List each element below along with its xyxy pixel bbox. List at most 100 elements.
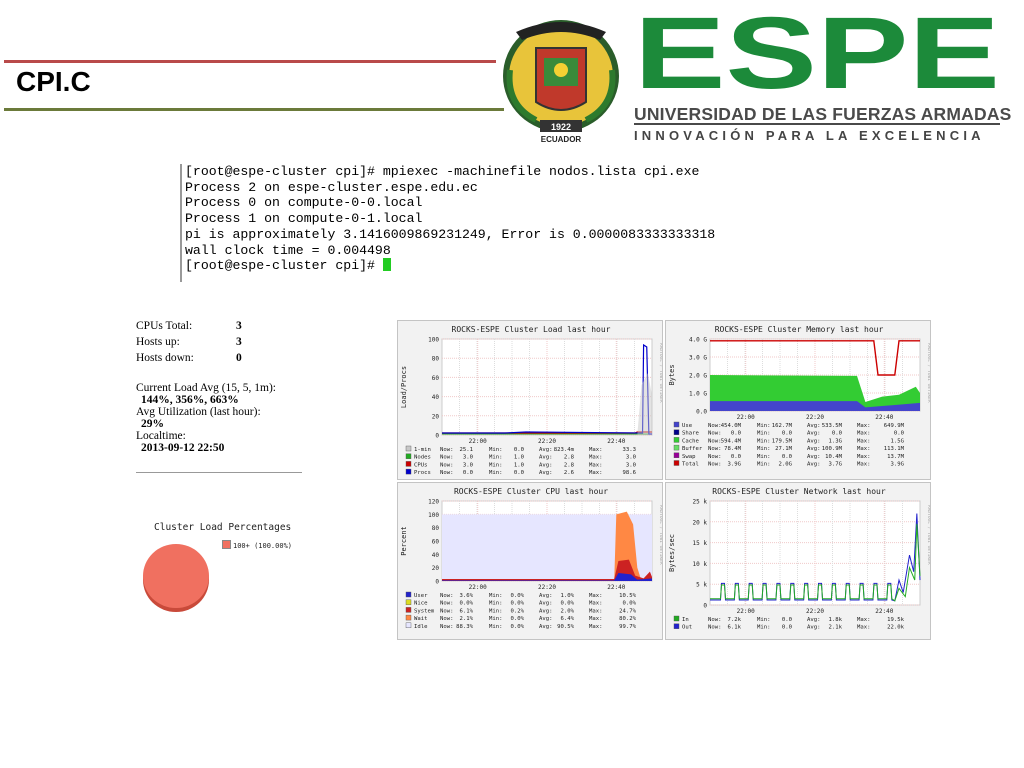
legend-avg-label: Avg: xyxy=(539,616,552,622)
legend-min-label: Min: xyxy=(489,616,502,622)
terminal-line: Process 1 on compute-0-1.local xyxy=(185,211,423,227)
stat-label: Avg Utilization (last hour): xyxy=(136,406,261,418)
legend-avg-value: 6.4% xyxy=(561,616,575,622)
legend-now-label: Now: xyxy=(440,608,453,614)
legend-min-label: Min: xyxy=(489,608,502,614)
legend-now-label: Now: xyxy=(708,617,721,623)
legend-avg-value: 2.6 xyxy=(564,470,574,476)
title-rule-bottom xyxy=(4,108,504,111)
legend-avg-label: Avg: xyxy=(807,462,820,468)
network-graph: ROCKS-ESPE Cluster Network last hour Byte… xyxy=(668,487,930,631)
legend-max-value: 0.0 xyxy=(894,431,904,437)
legend-series-name: System xyxy=(414,608,435,614)
stat-value: 29% xyxy=(141,418,164,430)
pie-legend-swatch xyxy=(222,540,231,549)
legend-swatch xyxy=(405,607,412,613)
legend-avg-value: 533.5M xyxy=(822,423,843,429)
legend-avg-label: Avg: xyxy=(807,617,820,623)
legend-min-value: 0.0 xyxy=(514,447,524,453)
stat-label: Current Load Avg (15, 5, 1m): xyxy=(136,382,276,394)
legend-swatch xyxy=(405,591,412,598)
legend-avg-value: 2.8 xyxy=(564,455,575,461)
stat-label: Localtime: xyxy=(136,430,186,442)
legend-now-value: 0.0 xyxy=(731,431,741,437)
y-tick-label: 100 xyxy=(428,337,439,344)
legend-avg-value: 2.8 xyxy=(564,462,575,468)
legend-min-value: 162.7M xyxy=(772,423,793,429)
legend-avg-value: 3.7G xyxy=(829,462,843,468)
stat-label: CPUs Total: xyxy=(136,320,193,332)
legend-avg-label: Avg: xyxy=(539,470,552,476)
legend-series-name: Share xyxy=(682,431,699,437)
stat-value: 144%, 356%, 663% xyxy=(141,394,239,406)
legend-min-label: Min: xyxy=(489,601,502,607)
stats-divider xyxy=(136,472,302,473)
terminal-cursor xyxy=(382,258,391,272)
legend-max-value: 649.9M xyxy=(884,423,905,429)
y-tick-label: 5 k xyxy=(696,582,707,589)
y-tick-label: 0 xyxy=(435,579,439,586)
legend-now-label: Now: xyxy=(708,625,721,631)
legend-swatch xyxy=(673,615,680,622)
graph-ylabel: Bytes xyxy=(668,364,676,385)
legend-min-value: 1.0 xyxy=(514,455,524,461)
y-tick-label: 0 xyxy=(703,603,707,610)
logo-divider xyxy=(634,123,1000,125)
stat-value: 3 xyxy=(236,320,242,332)
y-tick-label: 20 xyxy=(432,565,440,572)
graph-ylabel: Bytes/sec xyxy=(668,534,676,572)
legend-swatch xyxy=(405,599,412,605)
graph-panel-load[interactable]: ROCKS-ESPE Cluster Load last hour Load/Pr… xyxy=(397,320,663,480)
legend-now-label: Now: xyxy=(708,454,721,460)
legend-min-value: 0.0 xyxy=(514,470,524,476)
legend-now-value: 3.0 xyxy=(463,462,473,468)
y-tick-label: 120 xyxy=(428,499,439,506)
legend-avg-value: 1.8k xyxy=(829,617,843,623)
legend-now-value: 6.1% xyxy=(460,608,474,614)
espe-wordmark: ESPE xyxy=(634,12,1000,92)
terminal-prompt-line[interactable]: [root@espe-cluster cpi]# xyxy=(182,258,742,274)
legend-min-value: 0.0% xyxy=(511,601,525,607)
legend-max-label: Max: xyxy=(589,462,602,468)
legend-now-value: 7.2k xyxy=(728,617,742,623)
legend-now-label: Now: xyxy=(440,462,453,468)
x-tick-label: 22:00 xyxy=(737,608,755,615)
legend-min-label: Min: xyxy=(489,470,502,476)
legend-avg-value: 100.9M xyxy=(822,446,843,452)
legend-min-label: Min: xyxy=(489,593,502,599)
legend-now-value: 78.4M xyxy=(724,446,741,452)
x-tick-label: 22:20 xyxy=(538,438,556,445)
legend-avg-label: Avg: xyxy=(807,431,820,437)
legend-max-label: Max: xyxy=(857,438,870,444)
legend-series-name: User xyxy=(414,593,428,599)
legend-now-value: 2.1% xyxy=(460,616,474,622)
legend-avg-value: 2.0% xyxy=(561,608,575,614)
legend-avg-label: Avg: xyxy=(539,608,552,614)
legend-swatch xyxy=(405,445,412,452)
legend-now-value: 3.9G xyxy=(728,462,742,468)
graph-panel-network[interactable]: ROCKS-ESPE Cluster Network last hour Byte… xyxy=(665,482,931,640)
legend-avg-label: Avg: xyxy=(539,447,552,453)
legend-avg-label: Avg: xyxy=(807,446,820,452)
terminal-prompt: [root@espe-cluster cpi]# xyxy=(185,258,383,274)
terminal-output: [root@espe-cluster cpi]# mpiexec -machin… xyxy=(180,164,742,282)
legend-series-name: In xyxy=(682,617,689,623)
graph-title: ROCKS-ESPE Cluster Network last hour xyxy=(712,487,886,496)
y-tick-label: 40 xyxy=(432,394,440,401)
legend-max-label: Max: xyxy=(589,455,602,461)
stat-cpus-total: CPUs Total: 3 xyxy=(136,320,306,336)
legend-max-value: 13.7M xyxy=(887,454,904,460)
cluster-load-pie-chart xyxy=(143,544,209,612)
load-graph: ROCKS-ESPE Cluster Load last hour Load/Pr… xyxy=(400,325,662,476)
legend-min-label: Min: xyxy=(757,431,770,437)
legend-min-value: 0.0 xyxy=(782,431,792,437)
graph-panel-cpu[interactable]: ROCKS-ESPE Cluster CPU last hour Percent R… xyxy=(397,482,663,640)
cluster-stats: CPUs Total: 3 Hosts up: 3 Hosts down: 0 … xyxy=(136,320,306,454)
legend-min-value: 0.0% xyxy=(511,616,525,622)
y-tick-label: 2.0 G xyxy=(689,373,707,380)
legend-min-value: 0.0 xyxy=(782,454,792,460)
graph-panel-memory[interactable]: ROCKS-ESPE Cluster Memory last hour Bytes… xyxy=(665,320,931,480)
y-tick-label: 25 k xyxy=(693,499,708,506)
legend-min-value: 2.0G xyxy=(779,462,793,468)
legend-avg-label: Avg: xyxy=(539,601,552,607)
